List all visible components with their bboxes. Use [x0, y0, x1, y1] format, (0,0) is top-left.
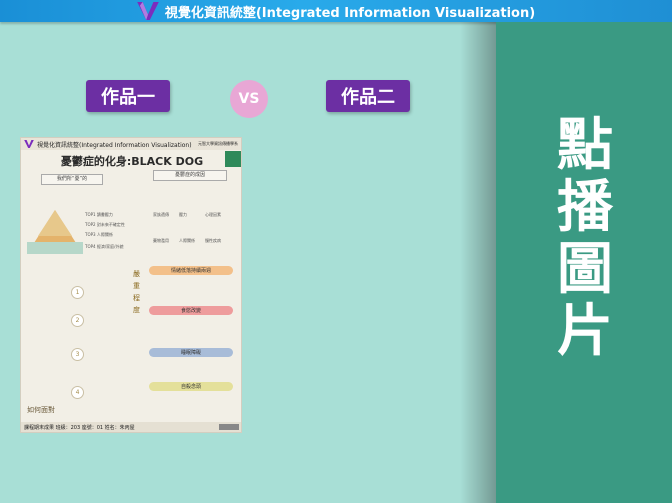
poster-cause-3: 心理因素	[205, 212, 221, 217]
poster-header: 視覺化資訊統整(Integrated Information Visualiza…	[21, 138, 241, 150]
poster-cause-5: 人際關係	[179, 238, 195, 243]
play-char-4: 片	[557, 299, 613, 364]
poster-footer-text: 課程期末成果 班級：203 座號：01 姓名：朱丙屋	[24, 424, 135, 431]
poster-header-title: 視覺化資訊統整(Integrated Information Visualiza…	[37, 141, 192, 149]
poster-side-label: 嚴重程度	[133, 270, 140, 314]
poster-logo-icon	[24, 140, 34, 148]
app-title-bar: 視覺化資訊統整(Integrated Information Visualiza…	[0, 0, 672, 22]
poster-how-face: 如何面對	[27, 406, 55, 414]
poster-thumbnail[interactable]: 視覺化資訊統整(Integrated Information Visualiza…	[20, 137, 242, 433]
poster-step-4: 4	[71, 386, 84, 399]
vs-badge: VS	[230, 80, 268, 118]
poster-top2: TOP2 對未來不確定性	[85, 222, 125, 227]
poster-pyramid-base	[27, 242, 83, 254]
play-char-3: 圖	[557, 237, 613, 302]
cc-license-icon	[219, 424, 239, 430]
poster-cause-2: 壓力	[179, 212, 187, 217]
poster-top4: TOP4 經濟/家庭/外貌	[85, 244, 124, 249]
work-two-label: 作品二	[326, 80, 410, 112]
poster-footer: 課程期末成果 班級：203 座號：01 姓名：朱丙屋	[21, 422, 241, 432]
poster-pill-4: 自殺念頭	[149, 382, 233, 391]
play-char-2: 播	[557, 175, 613, 240]
poster-section-we: 我們所“憂”的	[41, 174, 103, 185]
play-char-1: 點	[557, 113, 613, 178]
poster-step-3: 3	[71, 348, 84, 361]
poster-pill-2: 食慾改變	[149, 306, 233, 315]
poster-pill-1: 情緒低落持續兩週	[149, 266, 233, 275]
poster-top1: TOP1 讀書壓力	[85, 212, 113, 217]
poster-cause-1: 家族遺傳	[153, 212, 169, 217]
poster-pill-3: 睡眠障礙	[149, 348, 233, 357]
poster-main-title: 憂鬱症的化身:BLACK DOG	[60, 155, 204, 168]
poster-pyramid-top	[38, 210, 72, 236]
poster-step-1: 1	[71, 286, 84, 299]
poster-top3: TOP3 人際關係	[85, 232, 113, 237]
poster-cause-6: 慢性疾病	[205, 238, 221, 243]
app-title: 視覺化資訊統整(Integrated Information Visualiza…	[164, 5, 536, 21]
poster-header-dept: 元智大學資訊傳播學系	[198, 141, 238, 146]
play-image-label[interactable]: 點 播 圖 片	[540, 116, 630, 364]
poster-step-2: 2	[71, 314, 84, 327]
panel-shadow	[460, 22, 500, 503]
poster-cause-4: 藥物濫用	[153, 238, 169, 243]
poster-section-cause: 憂鬱症的成因	[153, 170, 227, 181]
poster-green-badge	[225, 151, 241, 167]
work-one-label: 作品一	[86, 80, 170, 112]
brand-logo-icon	[137, 2, 159, 20]
